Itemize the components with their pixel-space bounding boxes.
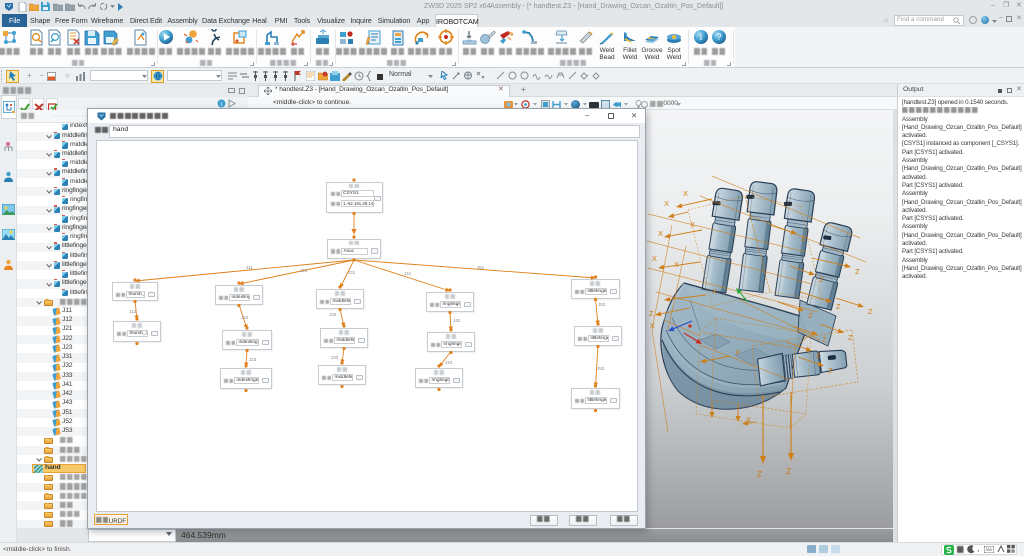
svg-text:X: X bbox=[712, 287, 717, 296]
svg-text:Z: Z bbox=[855, 267, 860, 276]
svg-text:Z: Z bbox=[828, 366, 833, 375]
svg-text:X: X bbox=[658, 229, 663, 238]
svg-text:X: X bbox=[746, 415, 751, 424]
svg-text:Z: Z bbox=[822, 335, 827, 344]
svg-text:X: X bbox=[735, 348, 740, 357]
svg-text:X: X bbox=[650, 321, 655, 330]
svg-text:Z: Z bbox=[808, 311, 813, 320]
svg-text:Z: Z bbox=[649, 309, 654, 318]
svg-text:Z: Z bbox=[836, 302, 841, 311]
svg-text:X: X bbox=[664, 199, 669, 208]
svg-text:Z: Z bbox=[848, 333, 853, 342]
svg-text:Z: Z bbox=[801, 234, 806, 243]
svg-text:Z: Z bbox=[786, 467, 791, 476]
svg-text:X: X bbox=[683, 189, 688, 198]
svg-text:X: X bbox=[674, 260, 679, 269]
svg-text:Z: Z bbox=[868, 307, 873, 316]
svg-text:X: X bbox=[652, 254, 657, 263]
svg-text:X: X bbox=[690, 220, 695, 229]
svg-text:i: i bbox=[221, 101, 223, 108]
svg-text:?: ? bbox=[716, 32, 721, 42]
svg-text:Z: Z bbox=[757, 470, 762, 479]
svg-text:Z: Z bbox=[819, 275, 824, 284]
svg-text:Z: Z bbox=[816, 351, 821, 360]
